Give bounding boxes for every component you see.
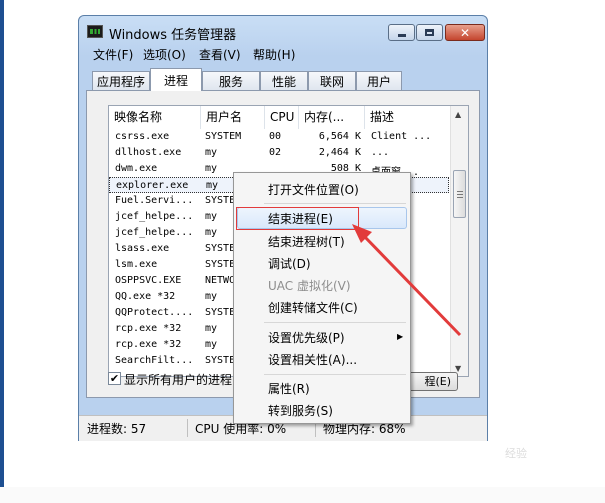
arrow-shaft: [361, 233, 462, 337]
annotation-arrow-icon: [352, 224, 462, 337]
